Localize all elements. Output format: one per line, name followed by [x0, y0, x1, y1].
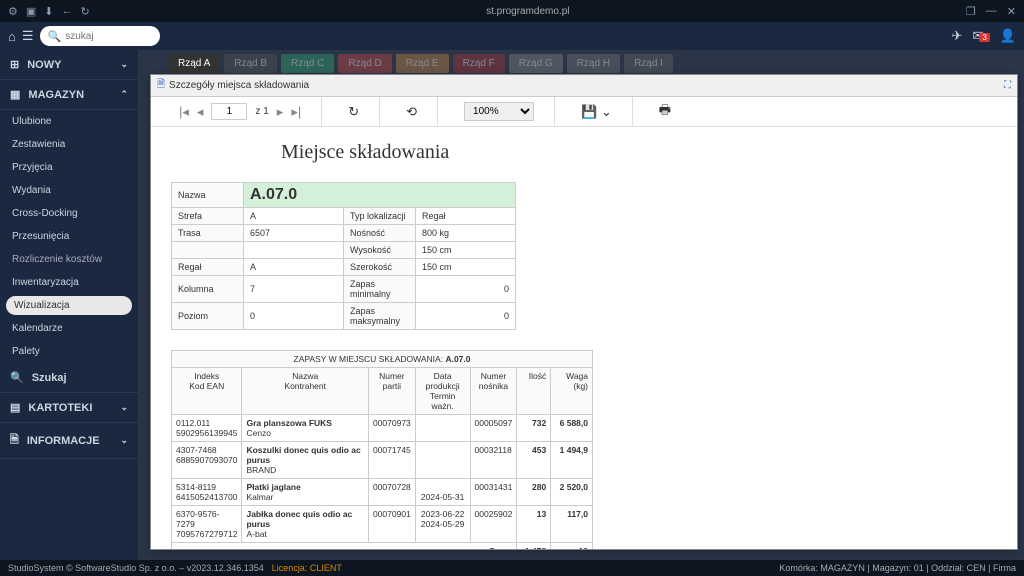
first-page-button[interactable]: |◂ — [179, 104, 189, 120]
stock-table: IndeksKod EAN NazwaKontrahent Numer part… — [171, 367, 593, 549]
sidebar-item[interactable]: Ulubione — [0, 110, 138, 133]
sidebar-section-magazyn[interactable]: ▦MAGAZYN⌃ — [0, 80, 138, 110]
stock-caption: ZAPASY W MIEJSCU SKŁADOWANIA: A.07.0 — [171, 350, 593, 367]
table-row: 6370-9576-72797095767279712Jabłka donec … — [172, 506, 593, 543]
row-tab[interactable]: Rząd C — [281, 54, 334, 73]
status-left: StudioSystem © SoftwareStudio Sp. z o.o.… — [8, 563, 264, 573]
report-toolbar: |◂ ◂ z 1 ▸ ▸| ↻ ⟲ 100% 💾 ⌄ 🖶 — [151, 97, 1017, 127]
row-tab[interactable]: Rząd A — [168, 54, 220, 73]
sidebar: ⊞NOWY⌄ ▦MAGAZYN⌃ Ulubione Zestawienia Pr… — [0, 50, 138, 560]
location-name: A.07.0 — [244, 183, 516, 208]
titlebar: ⚙ ▣ ⬇ ← ↻ st.programdemo.pl ❐ — ✕ — [0, 0, 1024, 22]
prev-page-button[interactable]: ◂ — [197, 104, 204, 120]
sidebar-item[interactable]: Palety — [0, 340, 138, 363]
back-icon[interactable]: ← — [62, 5, 73, 18]
page-input[interactable] — [211, 103, 247, 120]
row-tab[interactable]: Rząd E — [396, 54, 449, 73]
table-row: 4307-74686885907093070Koszulki donec qui… — [172, 442, 593, 479]
row-tab[interactable]: Rząd H — [567, 54, 620, 73]
row-tab[interactable]: Rząd D — [338, 54, 391, 73]
last-page-button[interactable]: ▸| — [291, 104, 301, 120]
row-tab[interactable]: Rząd I — [624, 54, 673, 73]
zoom-select[interactable]: 100% — [464, 102, 534, 121]
statusbar: StudioSystem © SoftwareStudio Sp. z o.o.… — [0, 560, 1024, 576]
sidebar-section-informacje[interactable]: 🗎INFORMACJE⌄ — [0, 423, 138, 459]
app-toolbar: ⌂ ☰ 🔍 ✈ ✉3 👤 — [0, 22, 1024, 50]
home-icon[interactable]: ⌂ — [8, 29, 16, 44]
save-button[interactable]: 💾 ⌄ — [581, 104, 612, 120]
content-area: Rząd A Rząd B Rząd C Rząd D Rząd E Rząd … — [138, 50, 1024, 560]
sidebar-item[interactable]: Kalendarze — [0, 317, 138, 340]
table-row: 0112.0115902956139945Gra planszowa FUKSC… — [172, 415, 593, 442]
row-tab[interactable]: Rząd F — [453, 54, 505, 73]
url-display: st.programdemo.pl — [90, 6, 966, 17]
print-button[interactable]: 🖶 — [659, 101, 671, 123]
sidebar-item[interactable]: Cross-Docking — [0, 202, 138, 225]
modal-header: 🗎 Szczegóły miejsca składowania ⛶ — [151, 75, 1017, 97]
refresh-button[interactable]: ↻ — [348, 104, 359, 120]
sidebar-group-label: Rozliczenie kosztów — [0, 248, 138, 271]
modal-title: Szczegóły miejsca składowania — [169, 80, 309, 91]
sidebar-item[interactable]: Zestawienia — [0, 133, 138, 156]
modal-expand-icon[interactable]: ⛶ — [1004, 80, 1011, 91]
window-close-icon[interactable]: ✕ — [1007, 5, 1016, 18]
report-body: Miejsce składowania NazwaA.07.0 StrefaAT… — [151, 127, 1017, 549]
plane-icon[interactable]: ✈ — [952, 28, 963, 44]
search-input[interactable] — [65, 31, 155, 42]
window-minimize-icon[interactable]: — — [986, 5, 997, 18]
user-icon[interactable]: 👤 — [1000, 28, 1016, 44]
window-restore-icon[interactable]: ❐ — [966, 5, 976, 18]
status-right: Komórka: MAGAZYN | Magazyn: 01 | Oddział… — [779, 563, 1016, 573]
back-button[interactable]: ⟲ — [406, 104, 417, 120]
sidebar-item-wizualizacja[interactable]: Wizualizacja — [6, 296, 132, 315]
sidebar-section-nowy[interactable]: ⊞NOWY⌄ — [0, 50, 138, 80]
list-icon[interactable]: ☰ — [22, 28, 34, 44]
next-page-button[interactable]: ▸ — [277, 104, 284, 120]
search-box[interactable]: 🔍 — [40, 26, 160, 46]
sidebar-section-szukaj[interactable]: 🔍Szukaj — [0, 363, 138, 393]
row-tab[interactable]: Rząd G — [509, 54, 563, 73]
sidebar-item[interactable]: Przyjęcia — [0, 156, 138, 179]
sidebar-item[interactable]: Wydania — [0, 179, 138, 202]
notification-badge: 3 — [979, 33, 989, 42]
status-license: Licencja: CLIENT — [272, 563, 342, 573]
page-total: z 1 — [255, 106, 268, 117]
reload-icon[interactable]: ↻ — [81, 5, 90, 18]
sidebar-section-kartoteki[interactable]: ▤KARTOTEKI⌄ — [0, 393, 138, 423]
report-title: Miejsce składowania — [281, 141, 997, 164]
search-icon: 🔍 — [48, 30, 62, 43]
location-info-table: NazwaA.07.0 StrefaATyp lokalizacjiRegał … — [171, 182, 516, 330]
panel-icon[interactable]: ▣ — [26, 5, 36, 18]
row-tabs: Rząd A Rząd B Rząd C Rząd D Rząd E Rząd … — [138, 50, 1024, 77]
document-icon: 🗎 — [157, 77, 165, 94]
app-menu-icon[interactable]: ⚙ — [8, 5, 18, 18]
mail-icon[interactable]: ✉3 — [972, 28, 989, 44]
row-tab[interactable]: Rząd B — [224, 54, 277, 73]
sidebar-item[interactable]: Inwentaryzacja — [0, 271, 138, 294]
detail-modal: 🗎 Szczegóły miejsca składowania ⛶ |◂ ◂ z… — [150, 74, 1018, 550]
download-icon[interactable]: ⬇ — [44, 5, 53, 18]
table-row: 5314-81196415052413700Płatki jaglaneKalm… — [172, 479, 593, 506]
sidebar-item[interactable]: Przesunięcia — [0, 225, 138, 248]
